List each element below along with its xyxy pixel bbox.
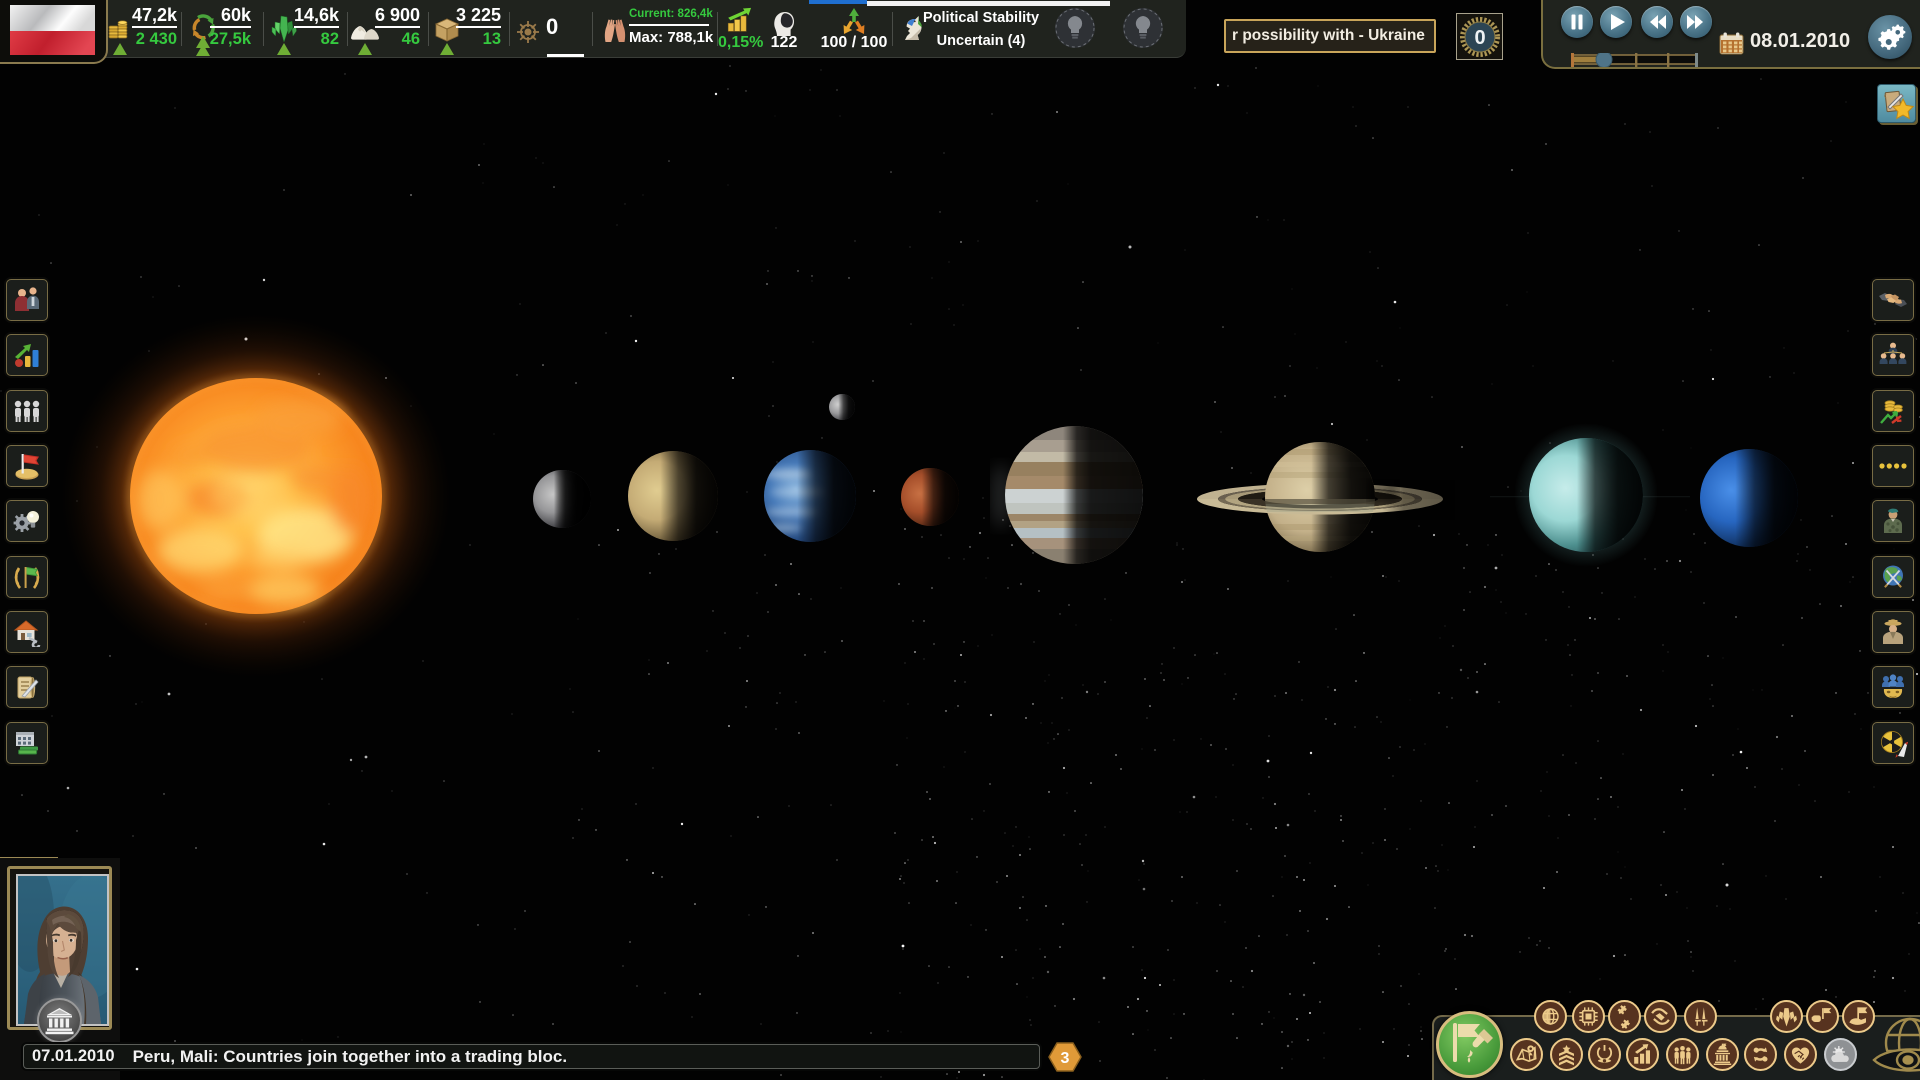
svg-text:0: 0 bbox=[1474, 27, 1485, 49]
svg-text:3: 3 bbox=[1061, 1050, 1070, 1067]
